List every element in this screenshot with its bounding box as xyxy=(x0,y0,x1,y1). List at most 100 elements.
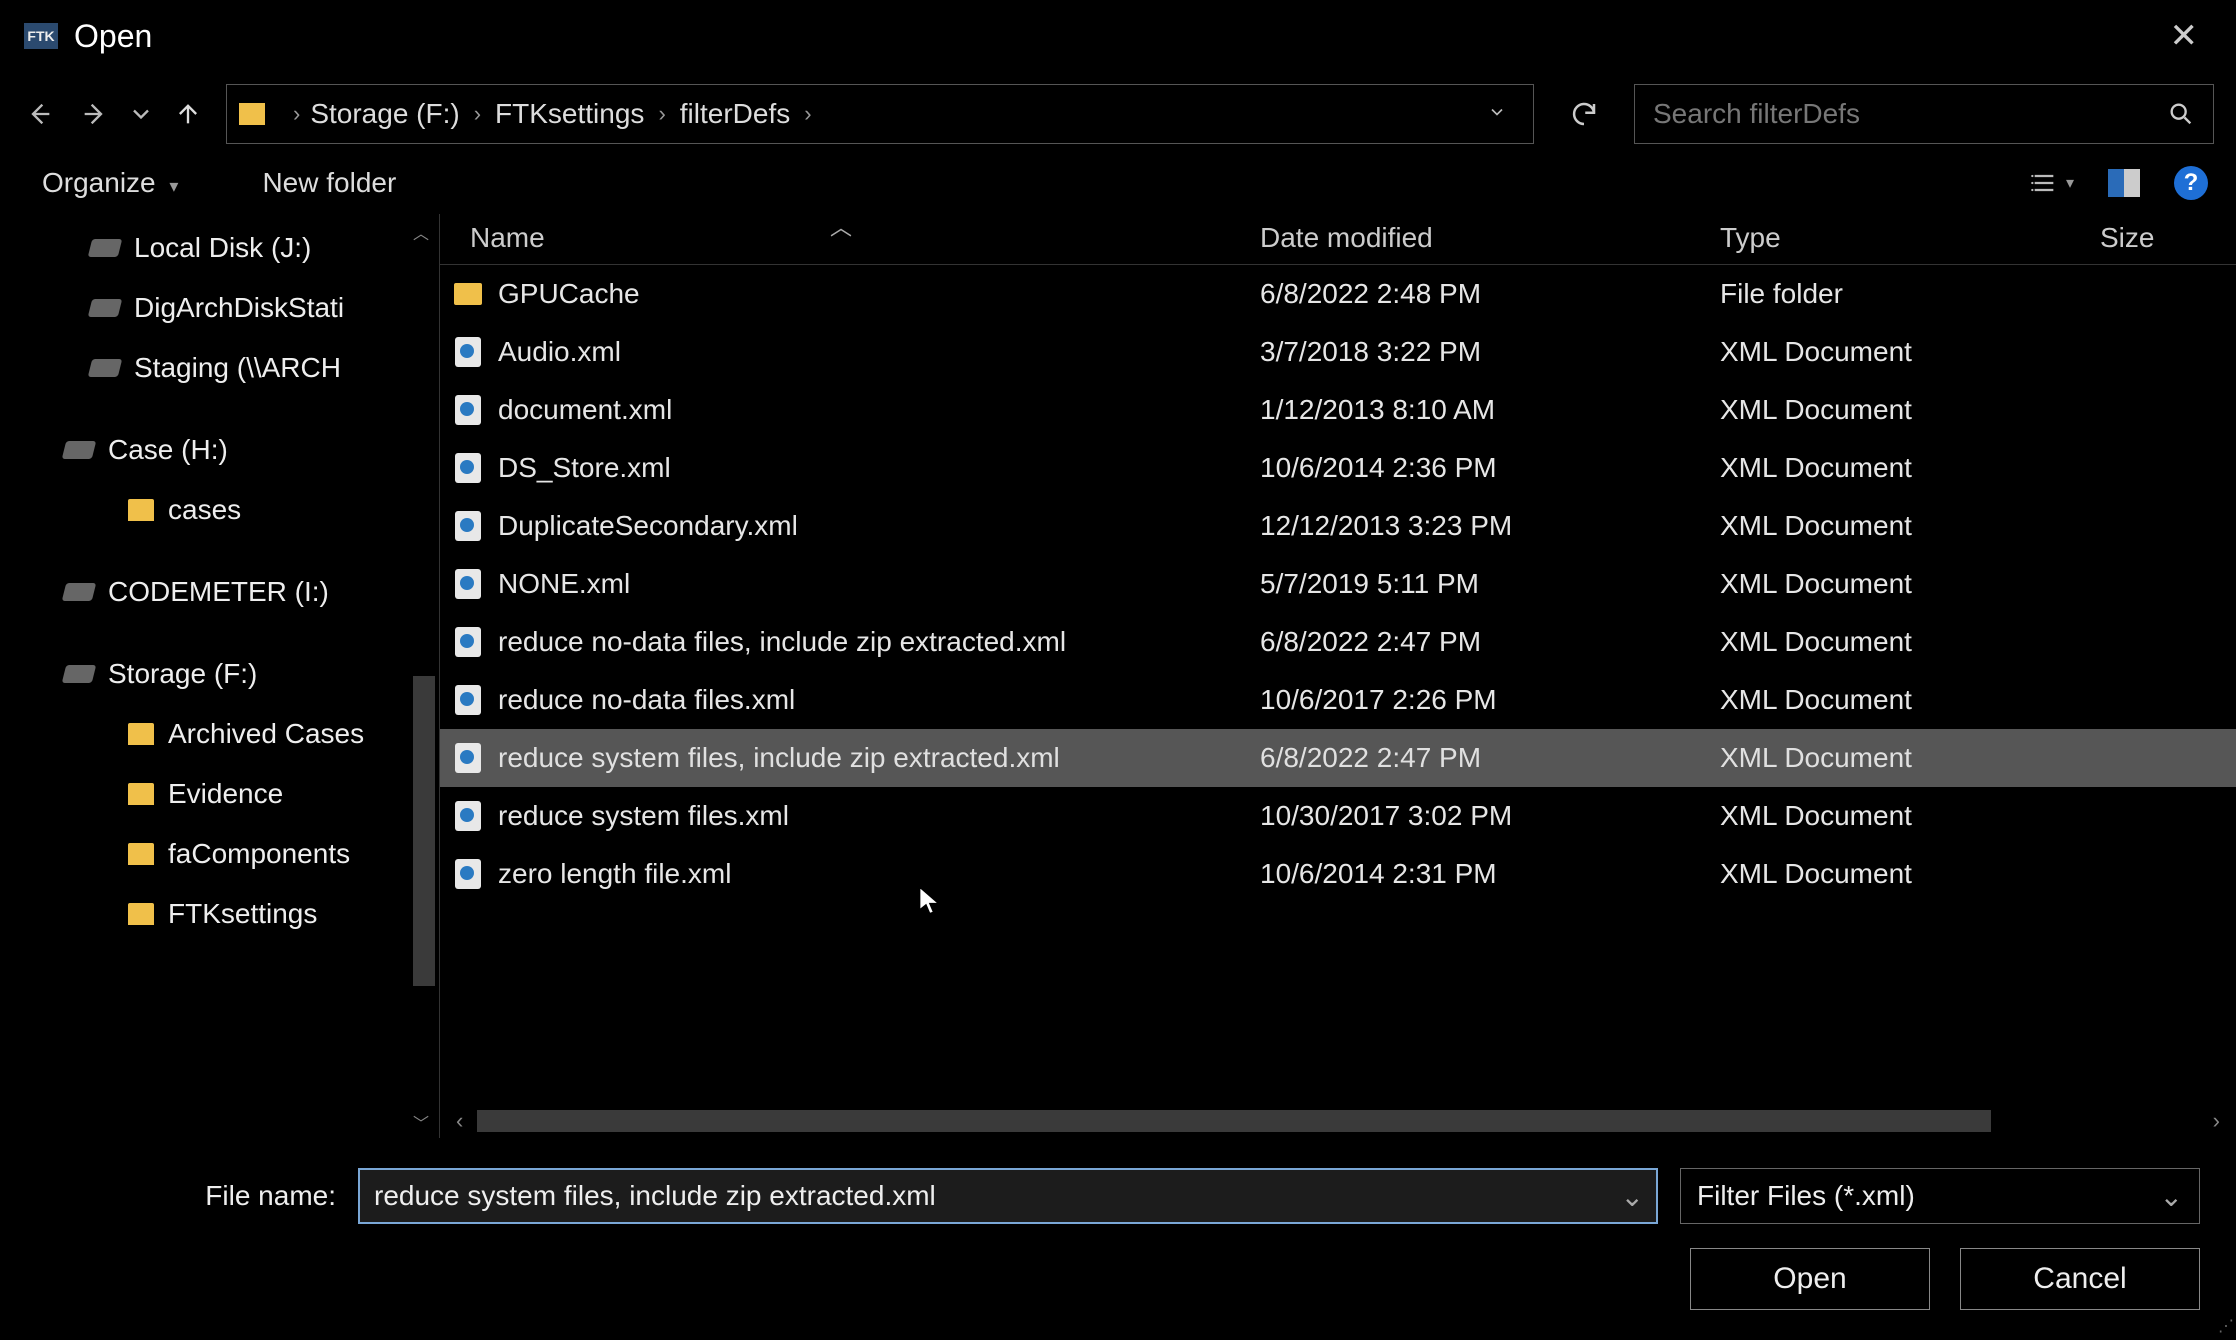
resize-grip-icon[interactable]: ⋰ xyxy=(2218,1316,2232,1336)
tree-label: Local Disk (J:) xyxy=(134,232,311,264)
tree-label: faComponents xyxy=(168,838,350,870)
filename-input[interactable]: reduce system files, include zip extract… xyxy=(358,1168,1658,1224)
column-headers: ︿ Name Date modified Type Size xyxy=(440,214,2236,265)
file-name: DuplicateSecondary.xml xyxy=(496,510,1260,542)
titlebar: FTK Open ✕ xyxy=(0,0,2236,72)
tree-item-local-disk-j[interactable]: Local Disk (J:) xyxy=(0,218,439,278)
xml-file-icon xyxy=(455,859,481,889)
breadcrumb-item[interactable]: Storage (F:) xyxy=(310,98,459,130)
chevron-right-icon: › xyxy=(648,101,675,127)
tree-item-evidence[interactable]: Evidence xyxy=(0,764,439,824)
close-icon: ✕ xyxy=(2170,17,2199,55)
new-folder-button[interactable]: New folder xyxy=(262,167,396,199)
arrow-left-icon xyxy=(26,100,54,128)
recent-dropdown[interactable] xyxy=(126,92,156,136)
chevron-down-icon: ▾ xyxy=(169,176,178,196)
xml-file-icon xyxy=(455,395,481,425)
tree-item-facomponents[interactable]: faComponents xyxy=(0,824,439,884)
nav-row: › Storage (F:) › FTKsettings › filterDef… xyxy=(0,72,2236,158)
organize-label: Organize xyxy=(42,167,156,198)
preview-pane-button[interactable] xyxy=(2108,169,2140,197)
tree-item-case-h[interactable]: Case (H:) xyxy=(0,420,439,480)
drive-icon xyxy=(88,299,122,317)
tree-item-archived[interactable]: Archived Cases xyxy=(0,704,439,764)
chevron-down-icon[interactable]: ⌄ xyxy=(1621,1180,1644,1213)
tree-label: FTKsettings xyxy=(168,898,317,930)
tree-item-digarch[interactable]: DigArchDiskStati xyxy=(0,278,439,338)
file-name: reduce system files.xml xyxy=(496,800,1260,832)
file-row[interactable]: Audio.xml3/7/2018 3:22 PMXML Document xyxy=(440,323,2236,381)
forward-button[interactable] xyxy=(72,92,116,136)
tree-label: Storage (F:) xyxy=(108,658,257,690)
tree-item-storage-f[interactable]: Storage (F:) xyxy=(0,644,439,704)
horizontal-scrollbar[interactable]: ‹ › xyxy=(440,1104,2236,1138)
tree-label: cases xyxy=(168,494,241,526)
organize-button[interactable]: Organize ▾ xyxy=(42,167,178,199)
address-bar[interactable]: › Storage (F:) › FTKsettings › filterDef… xyxy=(226,84,1534,144)
column-date[interactable]: Date modified xyxy=(1260,222,1720,254)
file-row[interactable]: DS_Store.xml10/6/2014 2:36 PMXML Documen… xyxy=(440,439,2236,497)
file-row[interactable]: document.xml1/12/2013 8:10 AMXML Documen… xyxy=(440,381,2236,439)
file-type: XML Document xyxy=(1720,626,2100,658)
file-name: reduce system files, include zip extract… xyxy=(496,742,1260,774)
file-date: 10/6/2017 2:26 PM xyxy=(1260,684,1720,716)
tree-item-codemeter[interactable]: CODEMETER (I:) xyxy=(0,562,439,622)
tree-scrollbar-thumb[interactable] xyxy=(413,676,435,986)
folder-icon xyxy=(454,283,482,305)
file-row[interactable]: reduce system files, include zip extract… xyxy=(440,729,2236,787)
file-row[interactable]: zero length file.xml10/6/2014 2:31 PMXML… xyxy=(440,845,2236,903)
chevron-down-icon[interactable]: ⌄ xyxy=(2160,1180,2183,1213)
file-date: 6/8/2022 2:48 PM xyxy=(1260,278,1720,310)
drive-icon xyxy=(62,665,96,683)
close-button[interactable]: ✕ xyxy=(2150,8,2219,64)
address-dropdown[interactable] xyxy=(1473,102,1521,127)
file-type-filter[interactable]: Filter Files (*.xml) ⌄ xyxy=(1680,1168,2200,1224)
file-row[interactable]: GPUCache6/8/2022 2:48 PMFile folder xyxy=(440,265,2236,323)
xml-file-icon xyxy=(455,337,481,367)
scrollbar-track[interactable] xyxy=(477,1110,1990,1132)
file-row[interactable]: reduce no-data files, include zip extrac… xyxy=(440,613,2236,671)
file-row[interactable]: reduce no-data files.xml10/6/2017 2:26 P… xyxy=(440,671,2236,729)
back-button[interactable] xyxy=(18,92,62,136)
chevron-down-icon xyxy=(127,100,155,128)
column-size[interactable]: Size xyxy=(2100,222,2180,254)
main-area: ︿ Local Disk (J:) DigArchDiskStati Stagi… xyxy=(0,214,2236,1138)
open-button[interactable]: Open xyxy=(1690,1248,1930,1310)
xml-file-icon xyxy=(455,453,481,483)
chevron-right-icon: › xyxy=(464,101,491,127)
file-date: 6/8/2022 2:47 PM xyxy=(1260,626,1720,658)
folder-icon xyxy=(128,903,154,925)
tree-item-staging[interactable]: Staging (\\ARCH xyxy=(0,338,439,398)
file-date: 10/6/2014 2:36 PM xyxy=(1260,452,1720,484)
sort-indicator-icon: ︿ xyxy=(830,210,852,242)
file-date: 5/7/2019 5:11 PM xyxy=(1260,568,1720,600)
breadcrumb-item[interactable]: filterDefs xyxy=(680,98,790,130)
view-mode-button[interactable]: ▾ xyxy=(2030,169,2074,197)
file-name: GPUCache xyxy=(496,278,1260,310)
tree-item-cases[interactable]: cases xyxy=(0,480,439,540)
refresh-icon xyxy=(1569,99,1599,129)
file-list-pane: ︿ Name Date modified Type Size GPUCache6… xyxy=(440,214,2236,1138)
column-type[interactable]: Type xyxy=(1720,222,2100,254)
help-button[interactable]: ? xyxy=(2174,166,2208,200)
file-row[interactable]: NONE.xml5/7/2019 5:11 PMXML Document xyxy=(440,555,2236,613)
file-row[interactable]: reduce system files.xml10/30/2017 3:02 P… xyxy=(440,787,2236,845)
drive-icon xyxy=(62,441,96,459)
scroll-left-icon[interactable]: ‹ xyxy=(450,1108,469,1134)
tree-item-ftksettings[interactable]: FTKsettings xyxy=(0,884,439,944)
file-row[interactable]: DuplicateSecondary.xml12/12/2013 3:23 PM… xyxy=(440,497,2236,555)
cancel-button[interactable]: Cancel xyxy=(1960,1248,2200,1310)
window-title: Open xyxy=(74,18,152,55)
breadcrumb-item[interactable]: FTKsettings xyxy=(495,98,644,130)
file-type: XML Document xyxy=(1720,336,2100,368)
refresh-button[interactable] xyxy=(1556,99,1612,129)
folder-icon xyxy=(128,499,154,521)
xml-file-icon xyxy=(455,801,481,831)
up-button[interactable] xyxy=(166,92,210,136)
scroll-right-icon[interactable]: › xyxy=(2207,1108,2226,1134)
scroll-down-button[interactable]: ﹀ xyxy=(413,1110,435,1132)
file-type: XML Document xyxy=(1720,800,2100,832)
xml-file-icon xyxy=(455,685,481,715)
scroll-up-button[interactable]: ︿ xyxy=(413,220,435,242)
search-input[interactable]: Search filterDefs xyxy=(1634,84,2214,144)
